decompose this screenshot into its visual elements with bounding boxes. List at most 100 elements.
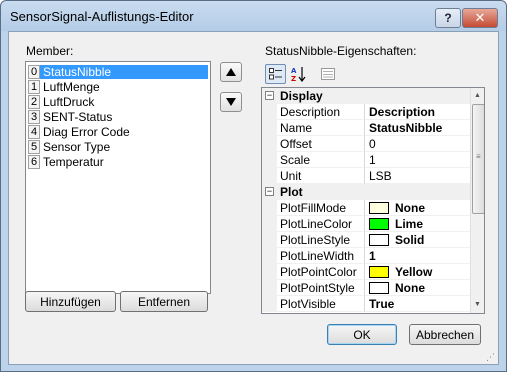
move-up-button[interactable] [220, 62, 242, 82]
property-row[interactable]: Scale 1 [262, 152, 470, 168]
collapse-icon[interactable]: − [265, 91, 274, 100]
add-button[interactable]: Hinzufügen [25, 291, 116, 312]
category-row[interactable]: − Display [262, 88, 470, 104]
title-bar[interactable]: SensorSignal-Auflistungs-Editor ? ✕ [1, 1, 506, 31]
member-name: StatusNibble [40, 64, 208, 79]
property-value[interactable]: StatusNibble [365, 120, 470, 136]
property-name: PlotLineWidth [277, 248, 365, 264]
alphabetical-icon: A Z [291, 67, 305, 82]
collapse-icon[interactable]: − [265, 187, 274, 196]
property-value[interactable]: None [365, 280, 470, 296]
property-row[interactable]: PlotVisible True [262, 296, 470, 312]
member-index: 5 [28, 139, 40, 154]
property-row[interactable]: Description Description [262, 104, 470, 120]
member-list-item[interactable]: 0 StatusNibble [28, 64, 208, 79]
property-margin [262, 248, 277, 264]
property-name: PlotPointColor [277, 264, 365, 280]
move-down-button[interactable] [220, 92, 242, 112]
property-value[interactable]: None [365, 200, 470, 216]
property-margin [262, 200, 277, 216]
property-pages-button[interactable] [317, 64, 338, 84]
property-value-text: StatusNibble [369, 120, 443, 135]
category-margin: − [262, 184, 277, 200]
property-value-text: Yellow [395, 264, 433, 279]
alphabetical-button[interactable]: A Z [288, 64, 309, 84]
member-list-item[interactable]: 6 Temperatur [28, 154, 208, 169]
member-index: 4 [28, 124, 40, 139]
member-list[interactable]: 0 StatusNibble 1 LuftMenge 2 LuftDruck 3 SENT-S… [25, 61, 211, 294]
member-index: 0 [28, 64, 40, 79]
remove-button[interactable]: Entfernen [120, 291, 208, 312]
property-margin [262, 296, 277, 312]
ok-button[interactable]: OK [327, 324, 397, 345]
category-margin: − [262, 88, 277, 104]
scroll-down-arrow[interactable]: ▼ [474, 301, 481, 308]
member-list-item[interactable]: 2 LuftDruck [28, 94, 208, 109]
property-value-text: LSB [369, 168, 392, 183]
property-value[interactable]: 1 [365, 152, 470, 168]
property-name: PlotLineColor [277, 216, 365, 232]
property-name: PlotVisible [277, 296, 365, 312]
property-value[interactable]: Yellow [365, 264, 470, 280]
window-title: SensorSignal-Auflistungs-Editor [10, 9, 194, 24]
property-name: Scale [277, 152, 365, 168]
help-button[interactable]: ? [435, 8, 461, 28]
property-row[interactable]: PlotPointStyle None [262, 280, 470, 296]
scroll-thumb[interactable]: ≡ [472, 104, 484, 214]
property-name: Unit [277, 168, 365, 184]
member-name: SENT-Status [43, 109, 113, 124]
property-row[interactable]: Offset 0 [262, 136, 470, 152]
svg-text:A: A [291, 67, 297, 75]
property-row[interactable]: Name StatusNibble [262, 120, 470, 136]
property-value[interactable]: Lime [365, 216, 470, 232]
member-list-item[interactable]: 5 Sensor Type [28, 139, 208, 154]
property-name: PlotFillMode [277, 200, 365, 216]
resize-grip-icon[interactable]: ⋰ [486, 352, 496, 362]
property-grid[interactable]: − Display Description Description Name Status… [261, 87, 485, 314]
property-margin [262, 152, 277, 168]
color-swatch [369, 201, 389, 214]
property-value[interactable]: LSB [365, 168, 470, 184]
close-button[interactable]: ✕ [462, 8, 498, 28]
thumb-grip-icon: ≡ [476, 152, 481, 161]
category-row[interactable]: − Plot [262, 184, 470, 200]
categorized-button[interactable] [265, 64, 286, 84]
property-value[interactable]: 0 [365, 136, 470, 152]
property-name: PlotLineStyle [277, 232, 365, 248]
grid-scrollbar[interactable]: ▲ ≡ ▼ [470, 88, 484, 313]
member-list-item[interactable]: 3 SENT-Status [28, 109, 208, 124]
property-margin [262, 264, 277, 280]
member-name: Diag Error Code [43, 124, 130, 139]
member-index: 2 [28, 94, 40, 109]
member-index: 1 [28, 79, 40, 94]
color-swatch [369, 281, 389, 294]
property-row[interactable]: PlotPointColor Yellow [262, 264, 470, 280]
member-index: 6 [28, 154, 40, 169]
member-list-item[interactable]: 1 LuftMenge [28, 79, 208, 94]
add-button-label: Hinzufügen [40, 294, 101, 309]
category-name: Display [277, 88, 470, 104]
close-icon: ✕ [474, 10, 486, 25]
property-value-text: None [395, 280, 425, 295]
member-label: Member: [26, 44, 74, 58]
member-list-item[interactable]: 4 Diag Error Code [28, 124, 208, 139]
property-value[interactable]: 1 [365, 248, 470, 264]
scroll-up-arrow[interactable]: ▲ [474, 92, 481, 99]
property-value[interactable]: Solid [365, 232, 470, 248]
property-margin [262, 104, 277, 120]
property-row[interactable]: PlotFillMode None [262, 200, 470, 216]
property-row[interactable]: PlotLineWidth 1 [262, 248, 470, 264]
property-row[interactable]: PlotLineColor Lime [262, 216, 470, 232]
property-name: Offset [277, 136, 365, 152]
property-value-text: True [369, 296, 395, 311]
property-row[interactable]: PlotLineStyle Solid [262, 232, 470, 248]
property-value[interactable]: True [365, 296, 470, 312]
property-margin [262, 120, 277, 136]
property-row[interactable]: Unit LSB [262, 168, 470, 184]
property-value[interactable]: Description [365, 104, 470, 120]
property-pages-icon [320, 68, 335, 80]
member-name: LuftMenge [43, 79, 100, 94]
property-value-text: Description [369, 104, 436, 119]
cancel-button[interactable]: Abbrechen [409, 324, 481, 345]
property-value-text: None [395, 200, 425, 215]
